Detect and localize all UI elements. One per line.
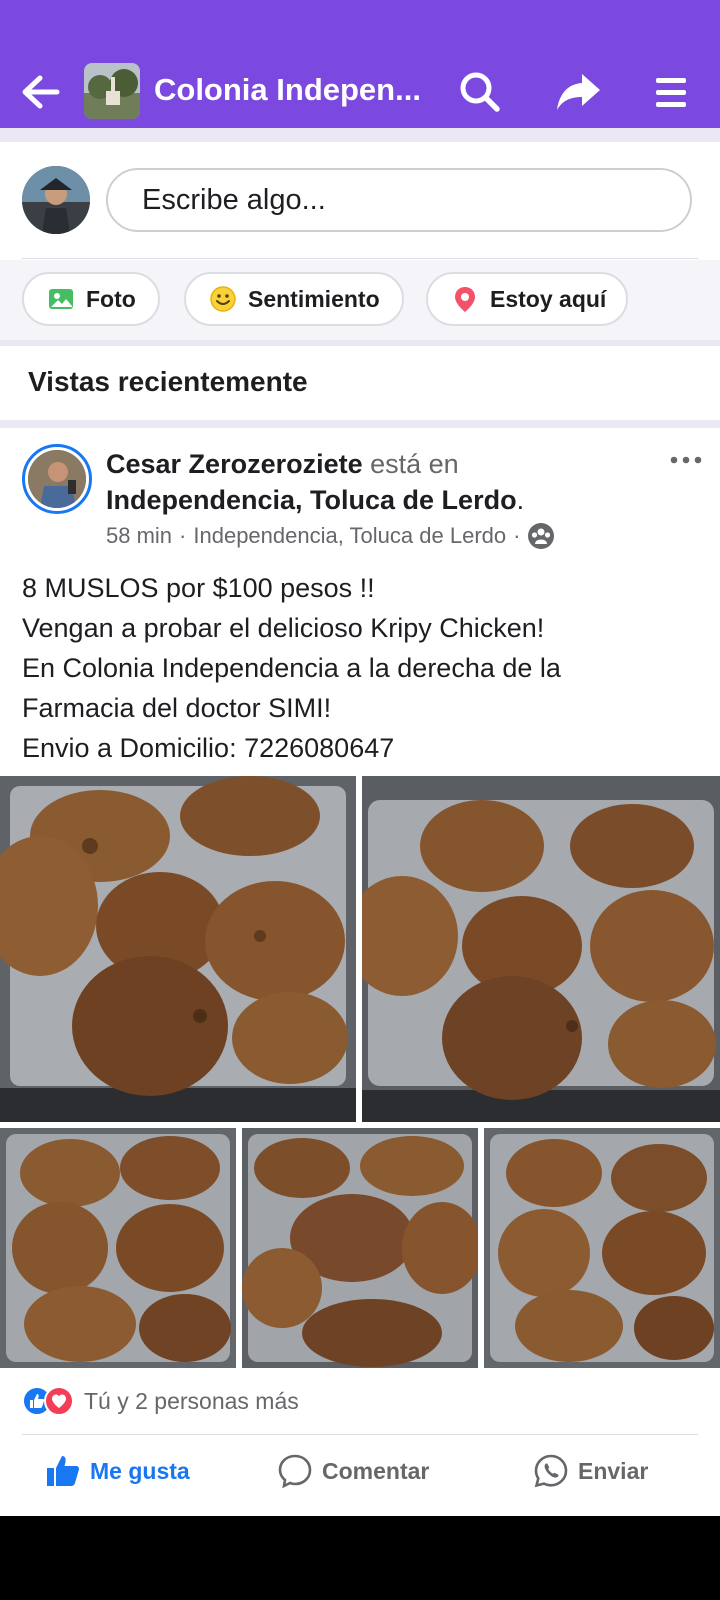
search-button[interactable] <box>458 70 502 114</box>
recently-viewed-section: Vistas recientemente <box>0 346 720 420</box>
author-name[interactable]: Cesar Zerozeroziete <box>106 449 363 479</box>
group-thumbnail[interactable] <box>84 63 140 119</box>
smiley-icon <box>208 284 238 314</box>
location-chip-label: Estoy aquí <box>490 285 607 312</box>
photo-chip-label: Foto <box>86 285 136 312</box>
feeling-chip[interactable]: Sentimiento <box>184 272 404 326</box>
post-photo-3[interactable] <box>0 1128 236 1368</box>
system-navigation-area <box>0 1516 720 1600</box>
photo-icon <box>46 284 76 314</box>
recently-viewed-title: Vistas recientemente <box>28 366 308 397</box>
comment-bubble-icon <box>276 1452 314 1490</box>
send-label: Enviar <box>578 1457 649 1484</box>
post-line: Farmacia del doctor SIMI! <box>22 693 332 723</box>
menu-button[interactable] <box>650 72 692 112</box>
love-reaction-icon <box>44 1386 74 1416</box>
post-photo-5[interactable] <box>484 1128 720 1368</box>
thumbs-up-icon <box>44 1452 82 1490</box>
location-pin-icon <box>450 284 480 314</box>
post-time[interactable]: 58 min <box>106 523 172 549</box>
composer-actions: Foto Sentimiento Estoy aquí <box>0 260 720 340</box>
reactions-text: Tú y 2 personas más <box>84 1387 299 1414</box>
top-app-bar: Colonia Indepen... <box>0 0 720 128</box>
reactions-summary[interactable]: Tú y 2 personas más <box>22 1386 299 1416</box>
connector-text: está en <box>362 449 459 479</box>
location-chip[interactable]: Estoy aquí <box>426 272 628 326</box>
send-button[interactable]: Enviar <box>532 1452 648 1490</box>
post-composer: Escribe algo... <box>0 142 720 260</box>
composer-divider <box>22 258 698 259</box>
feeling-chip-label: Sentimiento <box>248 285 380 312</box>
write-something-input[interactable]: Escribe algo... <box>106 168 692 232</box>
post-line: Vengan a probar el delicioso Kripy Chick… <box>22 613 545 643</box>
back-button[interactable] <box>18 70 62 114</box>
feed-post: Cesar Zerozeroziete está en Independenci… <box>0 428 720 1520</box>
back-arrow-icon <box>22 75 60 109</box>
share-arrow-icon <box>557 74 600 110</box>
author-avatar[interactable] <box>22 444 92 514</box>
post-body: 8 MUSLOS por $100 pesos !! Vengan a prob… <box>22 568 702 768</box>
post-photo-1[interactable] <box>0 776 356 1122</box>
section-gap <box>0 420 720 428</box>
like-button[interactable]: Me gusta <box>44 1452 190 1490</box>
screen: Colonia Indepen... Escribe algo... Foto … <box>0 0 720 1600</box>
comment-label: Comentar <box>322 1457 430 1484</box>
hamburger-menu-icon <box>656 78 686 107</box>
group-title[interactable]: Colonia Indepen... <box>154 72 424 108</box>
post-actions: Me gusta Comentar Enviar <box>0 1452 720 1512</box>
post-line: En Colonia Independencia a la derecha de… <box>22 653 561 683</box>
group-audience-icon <box>528 523 555 549</box>
post-line: Envio a Domicilio: 7226080647 <box>22 733 395 763</box>
period-text: . <box>516 485 525 515</box>
post-location[interactable]: Independencia, Toluca de Lerdo <box>193 523 506 549</box>
post-line: 8 MUSLOS por $100 pesos !! <box>22 573 375 603</box>
like-label: Me gusta <box>90 1457 190 1484</box>
post-photo-2[interactable] <box>362 776 720 1122</box>
more-dots-icon <box>670 456 702 464</box>
post-actions-divider <box>22 1434 698 1435</box>
user-avatar[interactable] <box>22 166 90 234</box>
whatsapp-icon <box>532 1452 570 1490</box>
meta-separator: · <box>513 523 521 548</box>
meta-separator: · <box>179 523 187 548</box>
post-header-text: Cesar Zerozeroziete está en Independenci… <box>106 446 666 518</box>
post-photo-4[interactable] <box>242 1128 478 1368</box>
photo-chip[interactable]: Foto <box>22 272 160 326</box>
comment-button[interactable]: Comentar <box>276 1452 429 1490</box>
share-button[interactable] <box>554 70 602 114</box>
post-options-button[interactable] <box>668 448 704 472</box>
place-name[interactable]: Independencia, Toluca de Lerdo <box>106 485 517 515</box>
post-meta: 58 min · Independencia, Toluca de Lerdo … <box>106 522 555 550</box>
search-icon <box>460 72 500 112</box>
section-gap <box>0 128 720 142</box>
